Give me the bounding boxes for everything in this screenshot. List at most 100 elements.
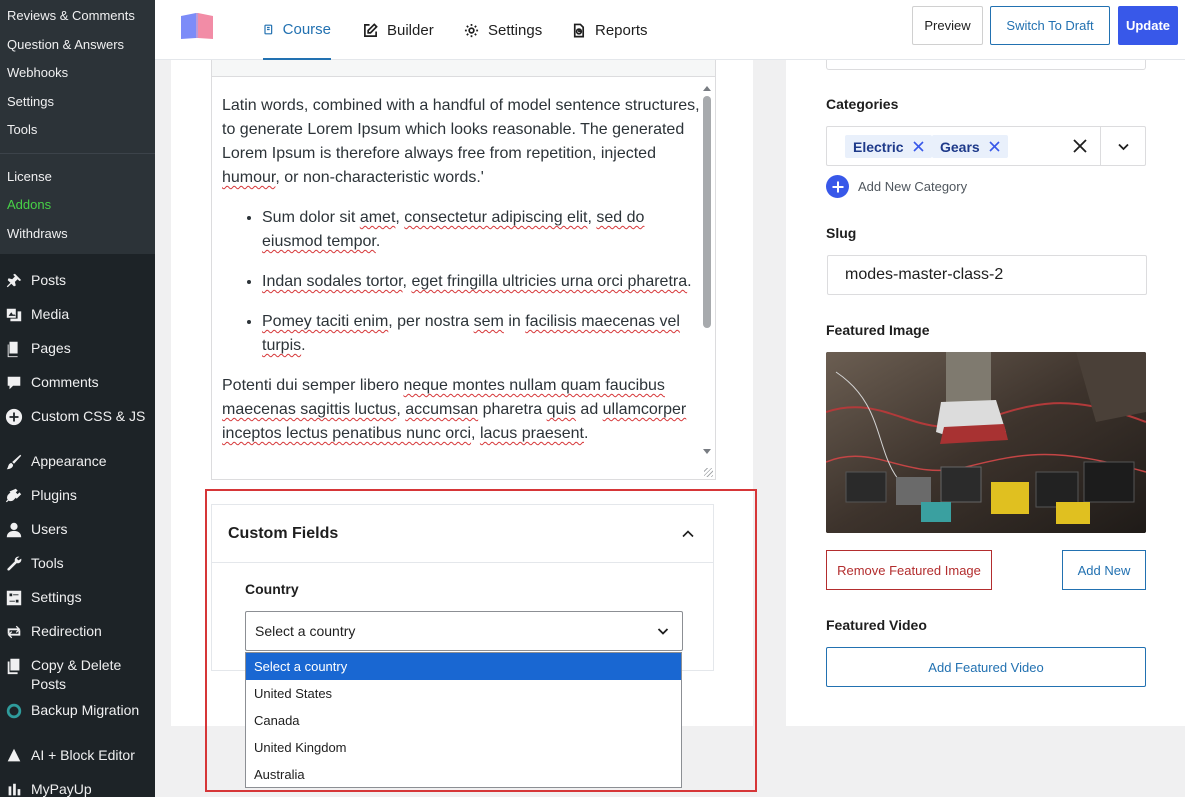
tab-label: Reports [595,21,648,39]
menu-item-users[interactable]: Users [0,513,155,547]
menu-item-label: Copy & Delete Posts [31,657,122,692]
remove-chip-icon[interactable] [989,141,1000,152]
country-dropdown-list: Select a country United States Canada Un… [245,652,682,788]
menu-item-comments[interactable]: Comments [0,366,155,400]
submenu-tools[interactable]: Tools [0,116,155,145]
text-span: pharetra [478,401,547,418]
add-new-category-button[interactable]: Add New Category [826,175,967,198]
menu-item-tools[interactable]: Tools [0,547,155,581]
menu-item-label: Tools [31,555,64,571]
dropdown-option[interactable]: Australia [246,761,681,788]
text-span: . [584,425,589,442]
misspelled-word: eget fringilla ultricies urna orci phare… [411,273,688,290]
featured-video-label: Featured Video [826,617,927,633]
remove-featured-image-button[interactable]: Remove Featured Image [826,550,992,590]
clear-all-icon[interactable] [1073,139,1087,153]
menu-item-redirection[interactable]: Redirection [0,615,155,649]
submenu-settings[interactable]: Settings [0,88,155,117]
chip-label: Electric [853,138,904,155]
pages-icon [4,339,24,359]
dropdown-option[interactable]: United Kingdom [246,734,681,761]
preview-button[interactable]: Preview [912,6,983,45]
copy-icon [4,656,24,676]
media-icon [4,305,24,325]
editor-bullet-list: Sum dolor sit amet, consectetur adipisci… [222,206,700,358]
editor-paragraph: Potenti dui semper libero neque montes n… [222,374,700,446]
misspelled-word: Indan sodales tortor [262,273,403,290]
menu-item-ai-block-editor[interactable]: AI + Block Editor [0,739,155,773]
app-logo-icon [181,13,213,39]
menu-item-mypayup[interactable]: MyPayUp [0,773,155,797]
tab-label: Settings [488,21,543,39]
plus-circle-icon [4,407,24,427]
country-select-value: Select a country [255,623,356,639]
menu-item-settings[interactable]: Settings [0,581,155,615]
menu-item-plugins[interactable]: Plugins [0,479,155,513]
list-item: Indan sodales tortor, eget fringilla ult… [262,270,700,294]
submenu-withdraws[interactable]: Withdraws [0,220,155,249]
custom-fields-title: Custom Fields [228,524,339,542]
submenu-webhooks[interactable]: Webhooks [0,59,155,88]
reports-icon [573,23,585,37]
tab-course[interactable]: Course [263,0,331,60]
menu-item-pages[interactable]: Pages [0,332,155,366]
menu-item-posts[interactable]: Posts [0,264,155,298]
add-new-image-button[interactable]: Add New [1062,550,1146,590]
switch-to-draft-button[interactable]: Switch To Draft [990,6,1110,45]
menu-item-label: Custom CSS & JS [31,408,146,424]
menu-item-copy-delete-posts[interactable]: Copy & Delete Posts [0,649,155,694]
admin-sidebar: Reviews & Comments Question & Answers We… [0,0,155,797]
scroll-up-arrow-icon[interactable] [703,86,711,91]
menu-item-label: Media [31,306,70,322]
add-featured-video-button[interactable]: Add Featured Video [826,647,1146,687]
custom-fields-header[interactable]: Custom Fields [212,505,713,563]
admin-menu: Posts Media Pages Comments Custom CSS & … [0,254,155,797]
scroll-down-arrow-icon[interactable] [703,449,711,454]
text-span: , or non-characteristic words.' [275,169,484,186]
top-field-input[interactable] [826,60,1146,70]
plugin-submenu: Reviews & Comments Question & Answers We… [0,0,155,254]
editor-scrollbar[interactable] [703,96,711,328]
menu-item-backup-migration[interactable]: Backup Migration [0,694,155,728]
submenu-license[interactable]: License [0,163,155,192]
editor-paragraph: Latin words, combined with a handful of … [222,94,700,190]
tab-reports[interactable]: Reports [571,0,648,60]
text-span: , [471,425,480,442]
tab-builder[interactable]: Builder [363,0,434,60]
menu-item-custom-css-js[interactable]: Custom CSS & JS [0,400,155,434]
redirect-icon [4,622,24,642]
misspelled-word: sem [473,313,504,330]
comment-icon [4,373,24,393]
chevron-up-icon[interactable] [679,525,697,543]
country-select[interactable]: Select a country [245,611,683,651]
submenu-divider [0,152,155,154]
dropdown-option[interactable]: Select a country [246,653,681,680]
text-span: Potenti dui semper libero [222,377,404,394]
menu-item-label: Users [31,521,68,537]
chevron-down-icon[interactable] [1117,140,1130,153]
featured-image-label: Featured Image [826,322,930,338]
categories-select[interactable]: Electric Gears [826,126,1146,166]
submenu-addons[interactable]: Addons [0,191,155,220]
menu-item-media[interactable]: Media [0,298,155,332]
text-span: , per nostra [388,313,474,330]
menu-item-label: Appearance [31,453,107,469]
submenu-reviews-comments[interactable]: Reviews & Comments [0,2,155,31]
dropdown-option[interactable]: United States [246,680,681,707]
slug-input[interactable]: modes-master-class-2 [827,255,1147,295]
editor-content[interactable]: Latin words, combined with a handful of … [222,94,700,464]
ai-icon [4,746,24,766]
tab-settings[interactable]: Settings [464,0,542,60]
wrench-icon [4,554,24,574]
remove-chip-icon[interactable] [913,141,924,152]
settings-icon [4,588,24,608]
update-button[interactable]: Update [1118,6,1178,45]
resize-handle-icon[interactable] [704,468,713,477]
submenu-question-answers[interactable]: Question & Answers [0,31,155,60]
dropdown-option[interactable]: Canada [246,707,681,734]
menu-item-appearance[interactable]: Appearance [0,445,155,479]
menu-item-label: Pages [31,340,71,356]
select-divider [1100,127,1101,165]
editor-toolbar [212,60,715,77]
country-label: Country [245,581,299,597]
